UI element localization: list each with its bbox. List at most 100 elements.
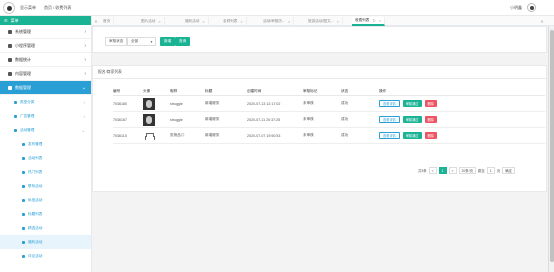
scrollbar[interactable]	[548, 26, 554, 272]
data-table: 编号 头像 昵称 标题 创建时间 审核标记 状态 操作 7036180 stru…	[113, 87, 545, 144]
folder-icon	[14, 128, 17, 132]
next-page-button[interactable]: >	[448, 167, 457, 174]
sidebar-leaf-publish[interactable]: 发布管理	[0, 137, 91, 151]
chevron-down-icon: ▼	[150, 39, 153, 44]
view-detail-button[interactable]: 查看详情	[379, 116, 400, 123]
chart-icon	[8, 57, 12, 62]
close-icon[interactable]: ×	[337, 19, 339, 24]
fire-icon	[22, 170, 25, 174]
tab-bar: « 首页 图片活动 × 福利活动 × 名称列表 × 活动/审核历... × 旅游活动/图…	[92, 16, 554, 26]
prev-page-button[interactable]: <	[428, 167, 437, 174]
table-row: 7036167 struggle 新增服务 2020-07-11 20:37:2…	[113, 112, 545, 128]
chevron-icon: ›	[84, 56, 86, 63]
delete-button[interactable]: 删除	[424, 116, 437, 123]
total-count: 共3条	[418, 169, 427, 173]
sidebar-leaf-message[interactable]: 私信活动	[0, 193, 91, 207]
confirm-page-button[interactable]: 确定	[502, 167, 515, 174]
list-icon	[22, 156, 25, 160]
approve-button[interactable]: 审核通过	[402, 132, 422, 139]
sidebar-leaf-featured[interactable]: 精选活动	[0, 221, 91, 235]
sidebar-item-system[interactable]: 系统管理 ›	[0, 25, 91, 39]
col-actions: 操作	[379, 88, 387, 93]
tab-fee-list[interactable]: 收费列表 ↻ ×	[352, 17, 386, 26]
sidebar-item-stats[interactable]: 数据统计 ›	[0, 53, 91, 67]
breadcrumb: 首页 / 收费列表	[44, 5, 72, 10]
close-icon[interactable]: ×	[379, 18, 381, 23]
goto-suffix: 页	[496, 169, 501, 173]
view-detail-button[interactable]: 查看详情	[379, 100, 400, 107]
menu-icon: ☰	[4, 18, 8, 23]
col-mark: 审核标记	[303, 88, 318, 93]
chevron-icon: ›	[84, 28, 86, 35]
sidebar-item-data[interactable]: 数据管理 ⌄	[0, 81, 91, 95]
query-button[interactable]: 查询	[175, 37, 191, 46]
avatar-thumbnail[interactable]	[143, 97, 155, 110]
gift-icon	[22, 240, 25, 244]
add-button[interactable]: 新增	[160, 37, 176, 46]
avatar[interactable]	[527, 3, 536, 12]
goto-prefix: 跳至	[478, 169, 485, 173]
star-icon	[22, 226, 25, 230]
sidebar-item-miniapp[interactable]: 小程序管理 ›	[0, 39, 91, 53]
col-nick: 昵称	[170, 88, 178, 93]
close-icon[interactable]: ×	[202, 19, 204, 24]
chevron-icon: ›	[84, 70, 86, 77]
top-bar: 显示菜单 首页 / 收费列表 小明鑫	[0, 0, 554, 16]
tab-scroll-left-icon[interactable]: «	[92, 17, 100, 26]
pagination: 共3条 < 1 > 20条/页 跳至 1 页 确定	[418, 167, 515, 174]
edit-icon	[22, 142, 25, 146]
sidebar-leaf-welfare[interactable]: 福利活动	[0, 235, 91, 249]
tab-review-history[interactable]: 活动/审核历... ×	[260, 17, 295, 26]
refresh-icon[interactable]: ↻	[372, 18, 375, 23]
table-row: 7036115 张扬品◎ 新增服务 2020-07-07 19:50:53 未审…	[113, 128, 545, 144]
sidebar-sub-activity[interactable]: 活动管理 ⌄	[0, 123, 91, 137]
goto-page-input[interactable]: 1	[486, 167, 495, 174]
sidebar-sub-category[interactable]: 类型分类 ›	[0, 95, 91, 109]
user-name[interactable]: 小明鑫	[510, 5, 522, 11]
review-status-select[interactable]: 全部 ▼	[127, 37, 156, 46]
col-time: 创建时间	[247, 88, 262, 93]
logo-icon	[3, 2, 15, 14]
sidebar-leaf-contact[interactable]: 联系活动	[0, 179, 91, 193]
sidebar-header: ☰ 菜单	[0, 16, 91, 25]
tab-travel[interactable]: 旅游活动/图文... ×	[305, 17, 343, 26]
sidebar-sub-ads[interactable]: 广告管理 ›	[0, 109, 91, 123]
phone-icon	[22, 184, 25, 188]
tab-welfare[interactable]: 福利活动 ×	[182, 17, 209, 26]
delete-button[interactable]: 删除	[424, 100, 437, 107]
table-panel: 报名/商家列表 编号 头像 昵称 标题 创建时间 审核标记 状态 操作 7036…	[92, 65, 547, 192]
col-title: 标题	[205, 88, 213, 93]
approve-button[interactable]: 审核通过	[402, 116, 422, 123]
tab-home[interactable]: 首页	[100, 17, 115, 26]
view-detail-button[interactable]: 查看详情	[379, 132, 400, 139]
tag-icon	[22, 212, 25, 216]
scrollbar-thumb[interactable]	[550, 30, 554, 262]
delete-button[interactable]: 删除	[424, 132, 437, 139]
tab-name-list[interactable]: 名称列表 ×	[220, 17, 247, 26]
approve-button[interactable]: 审核通过	[402, 100, 422, 107]
filter-panel: 审核状态 全部 ▼ 新增 查询	[92, 26, 547, 53]
col-id: 编号	[113, 88, 121, 93]
folder-icon	[14, 114, 17, 118]
close-icon[interactable]: ×	[288, 19, 290, 24]
sidebar-leaf-comment[interactable]: 评论活动	[0, 249, 91, 263]
tab-image-activity[interactable]: 图片活动 ×	[138, 17, 165, 26]
sidebar-leaf-title[interactable]: 标题列表	[0, 207, 91, 221]
tab-scroll-right-icon[interactable]: »	[538, 17, 546, 26]
avatar-thumbnail[interactable]	[143, 113, 155, 126]
sidebar-leaf-activity-list[interactable]: 活动列表	[0, 151, 91, 165]
panel-title: 报名/商家列表	[93, 66, 546, 79]
chevron-down-icon: ⌄	[81, 84, 86, 91]
sidebar-item-content[interactable]: 内容管理 ›	[0, 67, 91, 81]
chevron-down-icon: ⌄	[81, 127, 85, 133]
table-header: 编号 头像 昵称 标题 创建时间 审核标记 状态 操作	[113, 87, 545, 96]
close-icon[interactable]: ×	[158, 19, 160, 24]
sidebar-leaf-hot[interactable]: 热门列表	[0, 165, 91, 179]
menu-toggle[interactable]: 显示菜单	[20, 5, 36, 11]
page-1-button[interactable]: 1	[438, 167, 447, 174]
close-icon[interactable]: ×	[240, 19, 242, 24]
page-size-select[interactable]: 20条/页	[458, 167, 477, 174]
database-icon	[8, 85, 12, 90]
chevron-icon: ›	[83, 99, 85, 105]
avatar-thumbnail[interactable]	[143, 129, 155, 142]
